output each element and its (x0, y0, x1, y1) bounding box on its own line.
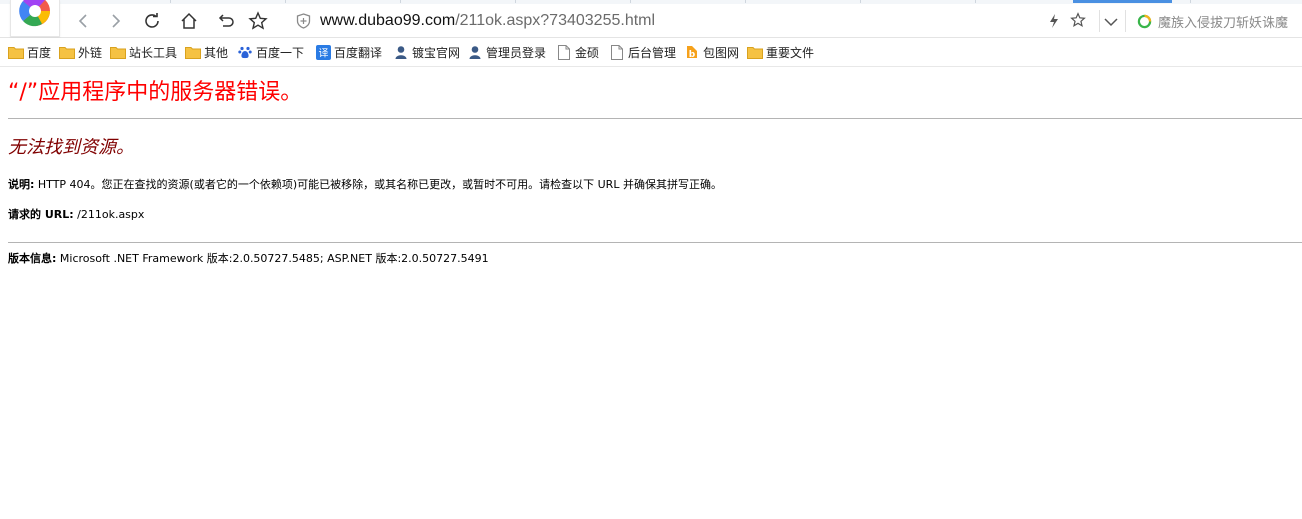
bookmark-item[interactable]: 后台管理 (609, 43, 676, 61)
divider (1125, 10, 1126, 32)
bookmark-label: 金硕 (575, 45, 600, 60)
arrow-right-icon (112, 14, 121, 28)
undo-icon (218, 14, 234, 27)
bookmark-star-icon[interactable] (1070, 12, 1086, 28)
bookmark-item[interactable]: 其他 (185, 43, 228, 61)
bookmark-item[interactable]: 镀宝官网 (393, 43, 460, 61)
bookmark-label: 后台管理 (628, 45, 677, 60)
requested-url-value: /211ok.aspx (77, 208, 145, 221)
svg-text:b: b (689, 50, 696, 60)
arrow-left-icon (78, 14, 87, 28)
favorite-button[interactable] (245, 8, 271, 34)
search-placeholder: 魔族入侵拔刀斩妖诛魔 (1158, 16, 1289, 31)
url-text[interactable]: www.dubao99.com/211ok.aspx?73403255.html (320, 11, 655, 31)
page-icon (556, 44, 572, 60)
star-icon (248, 11, 268, 30)
person-icon (467, 44, 483, 60)
bookmark-item[interactable]: 金硕 (556, 43, 599, 61)
address-bar[interactable]: www.dubao99.com/211ok.aspx?73403255.html (287, 5, 1099, 36)
requested-url-label: 请求的 URL: (8, 208, 74, 221)
folder-icon (747, 44, 763, 60)
svg-text:译: 译 (318, 47, 328, 59)
bookmark-label: 百度一下 (256, 45, 305, 60)
folder-icon (8, 44, 24, 60)
person-icon (393, 44, 409, 60)
browser-toolbar: www.dubao99.com/211ok.aspx?73403255.html… (0, 0, 1302, 38)
bookmark-item[interactable]: 管理员登录 (467, 43, 546, 61)
forward-button[interactable] (103, 8, 129, 34)
bookmark-label: 其他 (204, 45, 229, 60)
description-text: HTTP 404。您正在查找的资源(或者它的一个依赖项)可能已被移除，或其名称已… (37, 178, 722, 191)
divider (8, 242, 1302, 243)
search-engine-icon (1137, 14, 1152, 29)
bookmark-item[interactable]: 百度一下 (237, 43, 304, 61)
active-tab-indicator[interactable] (1073, 0, 1172, 3)
bookmark-label: 百度 (27, 45, 52, 60)
url-path: /211ok.aspx?73403255.html (455, 12, 656, 29)
reload-icon (145, 13, 159, 28)
home-icon (181, 12, 197, 29)
folder-icon (110, 44, 126, 60)
baotu-icon: b (684, 44, 700, 60)
description-label: 说明: (8, 178, 35, 191)
bookmark-item[interactable]: 译 百度翻译 (315, 43, 382, 61)
url-host: www.dubao99.com (320, 12, 456, 29)
folder-icon (185, 44, 201, 60)
browser-logo-icon (19, 0, 50, 27)
divider (1099, 10, 1100, 32)
version-info: 版本信息: Microsoft .NET Framework 版本:2.0.50… (8, 252, 489, 266)
divider (8, 118, 1302, 119)
version-label: 版本信息: (8, 252, 57, 265)
bookmark-label: 管理员登录 (486, 45, 547, 60)
bookmark-label: 镀宝官网 (412, 45, 461, 60)
bookmark-label: 外链 (78, 45, 103, 60)
folder-icon (59, 44, 75, 60)
version-text: Microsoft .NET Framework 版本:2.0.50727.54… (59, 252, 489, 265)
page-title: “/”应用程序中的服务器错误。 (8, 80, 303, 105)
search-input[interactable]: 魔族入侵拔刀斩妖诛魔 (1128, 7, 1302, 35)
bookmark-label: 重要文件 (766, 45, 815, 60)
error-description: 说明: HTTP 404。您正在查找的资源(或者它的一个依赖项)可能已被移除，或… (8, 178, 722, 192)
bookmark-label: 百度翻译 (334, 45, 383, 60)
bookmark-item[interactable]: 站长工具 (110, 43, 177, 61)
chevron-down-icon[interactable] (1104, 17, 1118, 27)
bookmark-label: 站长工具 (129, 45, 178, 60)
page-icon (609, 44, 625, 60)
reload-button[interactable] (139, 8, 165, 34)
bookmark-item[interactable]: 外链 (59, 43, 102, 61)
baidu-paw-icon (237, 44, 253, 60)
bookmark-item[interactable]: b 包图网 (684, 43, 739, 61)
browser-logo[interactable] (10, 0, 60, 37)
bookmark-item[interactable]: 重要文件 (747, 43, 814, 61)
home-button[interactable] (176, 8, 202, 34)
shield-icon[interactable] (296, 13, 311, 29)
bookmark-item[interactable]: 百度 (8, 43, 51, 61)
undo-close-tab-button[interactable] (212, 8, 238, 34)
bookmark-label: 包图网 (703, 45, 740, 60)
translate-icon: 译 (315, 44, 331, 60)
back-button[interactable] (70, 8, 96, 34)
lightning-icon[interactable] (1048, 13, 1060, 29)
error-subtitle: 无法找到资源。 (8, 137, 134, 158)
bookmarks-bar: 百度 外链 站长工具 其他 百度一下 译 百度翻译 镀宝官网 管理员登录 金硕 … (0, 38, 1302, 67)
requested-url: 请求的 URL: /211ok.aspx (8, 208, 144, 222)
